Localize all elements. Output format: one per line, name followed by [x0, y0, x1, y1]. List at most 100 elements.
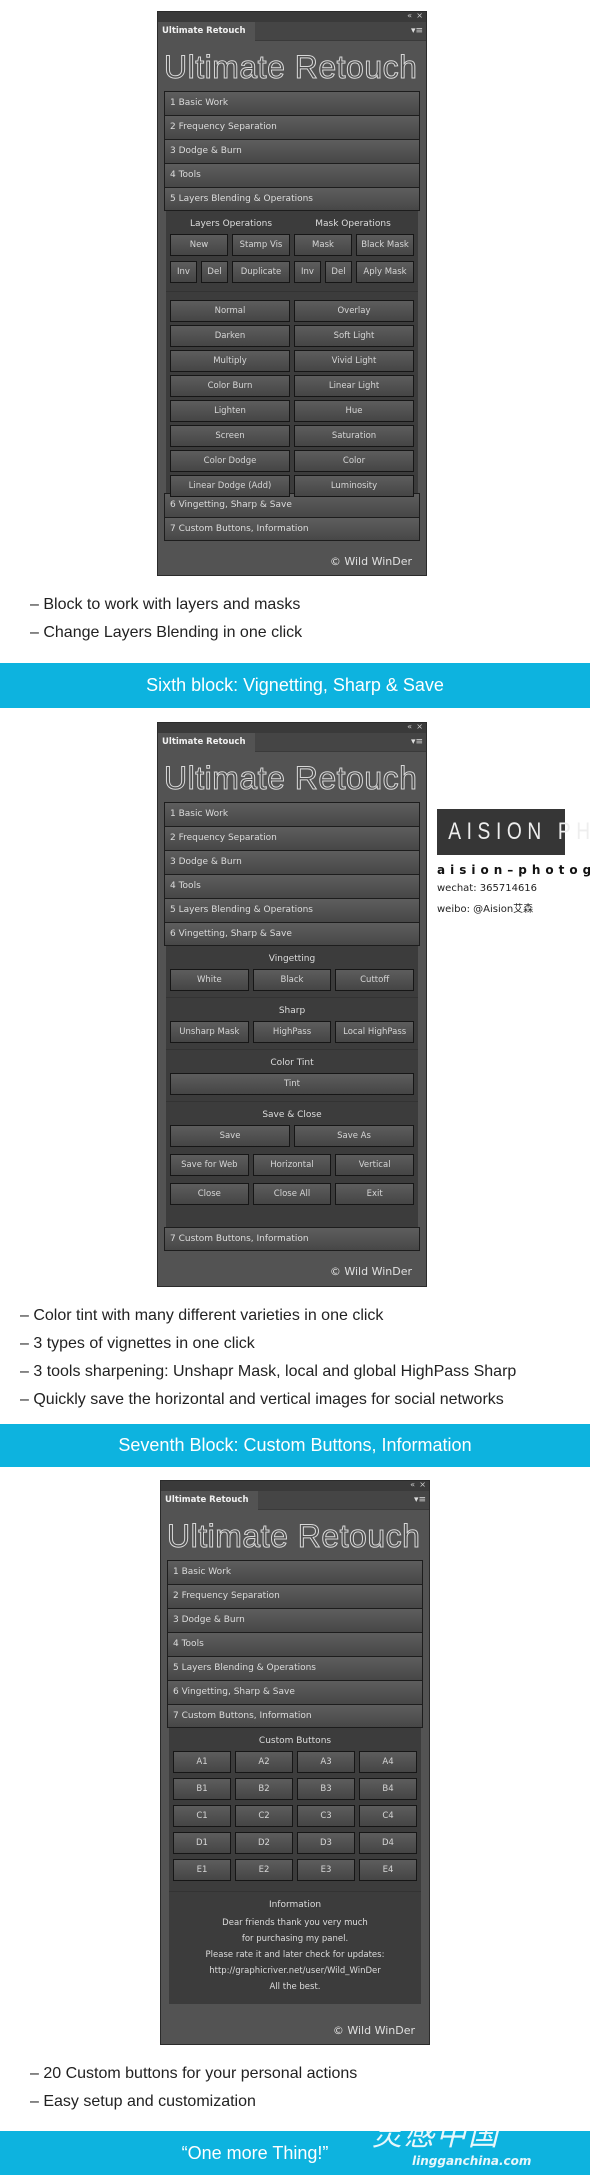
collapse-icon[interactable]: « [410, 1480, 415, 1490]
accordion-section[interactable]: 3 Dodge & Burn [164, 139, 420, 163]
accordion-section[interactable]: 1 Basic Work [167, 1560, 423, 1584]
panel-menu-icon[interactable]: ▾≡ [411, 733, 423, 752]
accordion-section[interactable]: 2 Frequency Separation [167, 1584, 423, 1608]
blend-mode-button[interactable]: Hue [294, 400, 414, 422]
mask-button[interactable]: Mask [294, 234, 352, 256]
custom-button[interactable]: B1 [173, 1778, 231, 1800]
save-close-label: Save & Close [262, 1110, 322, 1120]
accordion-section[interactable]: 4 Tools [167, 1632, 423, 1656]
custom-button[interactable]: B4 [359, 1778, 417, 1800]
invert-mask-button[interactable]: Inv [294, 261, 321, 283]
accordion-section[interactable]: 3 Dodge & Burn [167, 1608, 423, 1632]
blend-mode-button[interactable]: Darken [170, 325, 290, 347]
accordion-section[interactable]: 5 Layers Blending & Operations [164, 898, 420, 922]
accordion-section[interactable]: 4 Tools [164, 874, 420, 898]
vignette-button[interactable]: White [170, 969, 249, 991]
collapse-icon[interactable]: « [407, 11, 412, 21]
panel-tab[interactable]: Ultimate Retouch [161, 1491, 258, 1510]
new-layer-button[interactable]: New [170, 234, 228, 256]
stamp-visible-button[interactable]: Stamp Vis [232, 234, 290, 256]
custom-button[interactable]: B3 [297, 1778, 355, 1800]
custom-button[interactable]: E4 [359, 1859, 417, 1881]
accordion-section[interactable]: 7 Custom Buttons, Information [164, 517, 420, 541]
save-variant-button[interactable]: Horizontal [252, 1154, 332, 1176]
panel-menu-icon[interactable]: ▾≡ [414, 1491, 426, 1510]
sharpen-button-group: Unsharp Mask HighPass Local HighPass [170, 1021, 414, 1043]
sharpen-button[interactable]: Local HighPass [335, 1021, 414, 1043]
close-button[interactable]: Close All [252, 1183, 332, 1205]
blend-mode-button[interactable]: Color Burn [170, 375, 290, 397]
blend-mode-button[interactable]: Soft Light [294, 325, 414, 347]
custom-button[interactable]: E2 [235, 1859, 293, 1881]
custom-button[interactable]: D2 [235, 1832, 293, 1854]
save-variant-button[interactable]: Vertical [335, 1154, 414, 1176]
delete-mask-button[interactable]: Del [325, 261, 352, 283]
accordion-section[interactable]: 7 Custom Buttons, Information [164, 1227, 420, 1251]
accordion-section[interactable]: 1 Basic Work [164, 802, 420, 826]
custom-button[interactable]: E3 [297, 1859, 355, 1881]
blend-mode-button[interactable]: Normal [170, 300, 290, 322]
blend-mode-button[interactable]: Saturation [294, 425, 414, 447]
custom-button[interactable]: C4 [359, 1805, 417, 1827]
accordion-section[interactable]: 2 Frequency Separation [164, 826, 420, 850]
accordion-section[interactable]: 1 Basic Work [164, 91, 420, 115]
vignette-button[interactable]: Black [252, 969, 332, 991]
section-banner: Sixth block: Vignetting, Sharp & Save [0, 663, 590, 708]
panel-menu-icon[interactable]: ▾≡ [411, 22, 423, 41]
blend-mode-button[interactable]: Overlay [294, 300, 414, 322]
blend-mode-button[interactable]: Lighten [170, 400, 290, 422]
blend-mode-button[interactable]: Linear Light [294, 375, 414, 397]
accordion-section[interactable]: 2 Frequency Separation [164, 115, 420, 139]
accordion-section[interactable]: 4 Tools [164, 163, 420, 187]
custom-button[interactable]: D4 [359, 1832, 417, 1854]
close-button[interactable]: Close [170, 1183, 249, 1205]
save-button[interactable]: Save [170, 1125, 290, 1147]
panel-tab[interactable]: Ultimate Retouch [158, 22, 255, 41]
custom-button[interactable]: C2 [235, 1805, 293, 1827]
black-mask-button[interactable]: Black Mask [356, 234, 414, 256]
accordion-section[interactable]: 5 Layers Blending & Operations [167, 1656, 423, 1680]
blend-mode-button[interactable]: Color Dodge [170, 450, 290, 472]
duplicate-button[interactable]: Duplicate [232, 261, 290, 283]
close-icon[interactable]: × [416, 722, 423, 732]
blend-mode-button[interactable]: Luminosity [294, 475, 414, 497]
information-line: http://graphicriver.net/user/Wild_WinDer [209, 1966, 381, 1976]
tint-button[interactable]: Tint [170, 1073, 414, 1095]
collapse-icon[interactable]: « [407, 722, 412, 732]
invert-layer-button[interactable]: Inv [170, 261, 197, 283]
custom-button[interactable]: A4 [359, 1751, 417, 1773]
close-icon[interactable]: × [419, 1480, 426, 1490]
custom-button[interactable]: A3 [297, 1751, 355, 1773]
custom-button[interactable]: D1 [173, 1832, 231, 1854]
sharpen-button[interactable]: HighPass [252, 1021, 332, 1043]
save-button[interactable]: Save As [294, 1125, 414, 1147]
accordion-section-group: 1 Basic Work 2 Frequency Separation 3 Dodg… [158, 91, 426, 211]
vignette-button[interactable]: Cuttoff [335, 969, 414, 991]
apply-mask-button[interactable]: Aply Mask [356, 261, 414, 283]
custom-button[interactable]: E1 [173, 1859, 231, 1881]
accordion-section[interactable]: 6 Vingetting, Sharp & Save [167, 1680, 423, 1704]
sharpen-button[interactable]: Unsharp Mask [170, 1021, 249, 1043]
custom-button[interactable]: A2 [235, 1751, 293, 1773]
delete-layer-button[interactable]: Del [201, 261, 228, 283]
accordion-section[interactable]: 7 Custom Buttons, Information [167, 1704, 423, 1728]
custom-button[interactable]: B2 [235, 1778, 293, 1800]
custom-button[interactable]: D3 [297, 1832, 355, 1854]
blend-mode-button[interactable]: Vivid Light [294, 350, 414, 372]
close-icon[interactable]: × [416, 11, 423, 21]
blend-mode-button[interactable]: Color [294, 450, 414, 472]
accordion-section[interactable]: 6 Vingetting, Sharp & Save [164, 922, 420, 946]
blend-mode-button[interactable]: Screen [170, 425, 290, 447]
watermark-weibo: weibo: @Aision艾森 [437, 904, 534, 915]
accordion-section[interactable]: 5 Layers Blending & Operations [164, 187, 420, 211]
custom-button[interactable]: C3 [297, 1805, 355, 1827]
photographer-watermark: AISION PHO aision–photogr wechat: 365714… [437, 809, 590, 915]
mask-operations-label: Mask Operations [315, 219, 391, 229]
blend-mode-button[interactable]: Multiply [170, 350, 290, 372]
accordion-section[interactable]: 3 Dodge & Burn [164, 850, 420, 874]
custom-button[interactable]: C1 [173, 1805, 231, 1827]
save-variant-button[interactable]: Save for Web [170, 1154, 249, 1176]
panel-tab[interactable]: Ultimate Retouch [158, 733, 255, 752]
close-button[interactable]: Exit [335, 1183, 414, 1205]
custom-button[interactable]: A1 [173, 1751, 231, 1773]
